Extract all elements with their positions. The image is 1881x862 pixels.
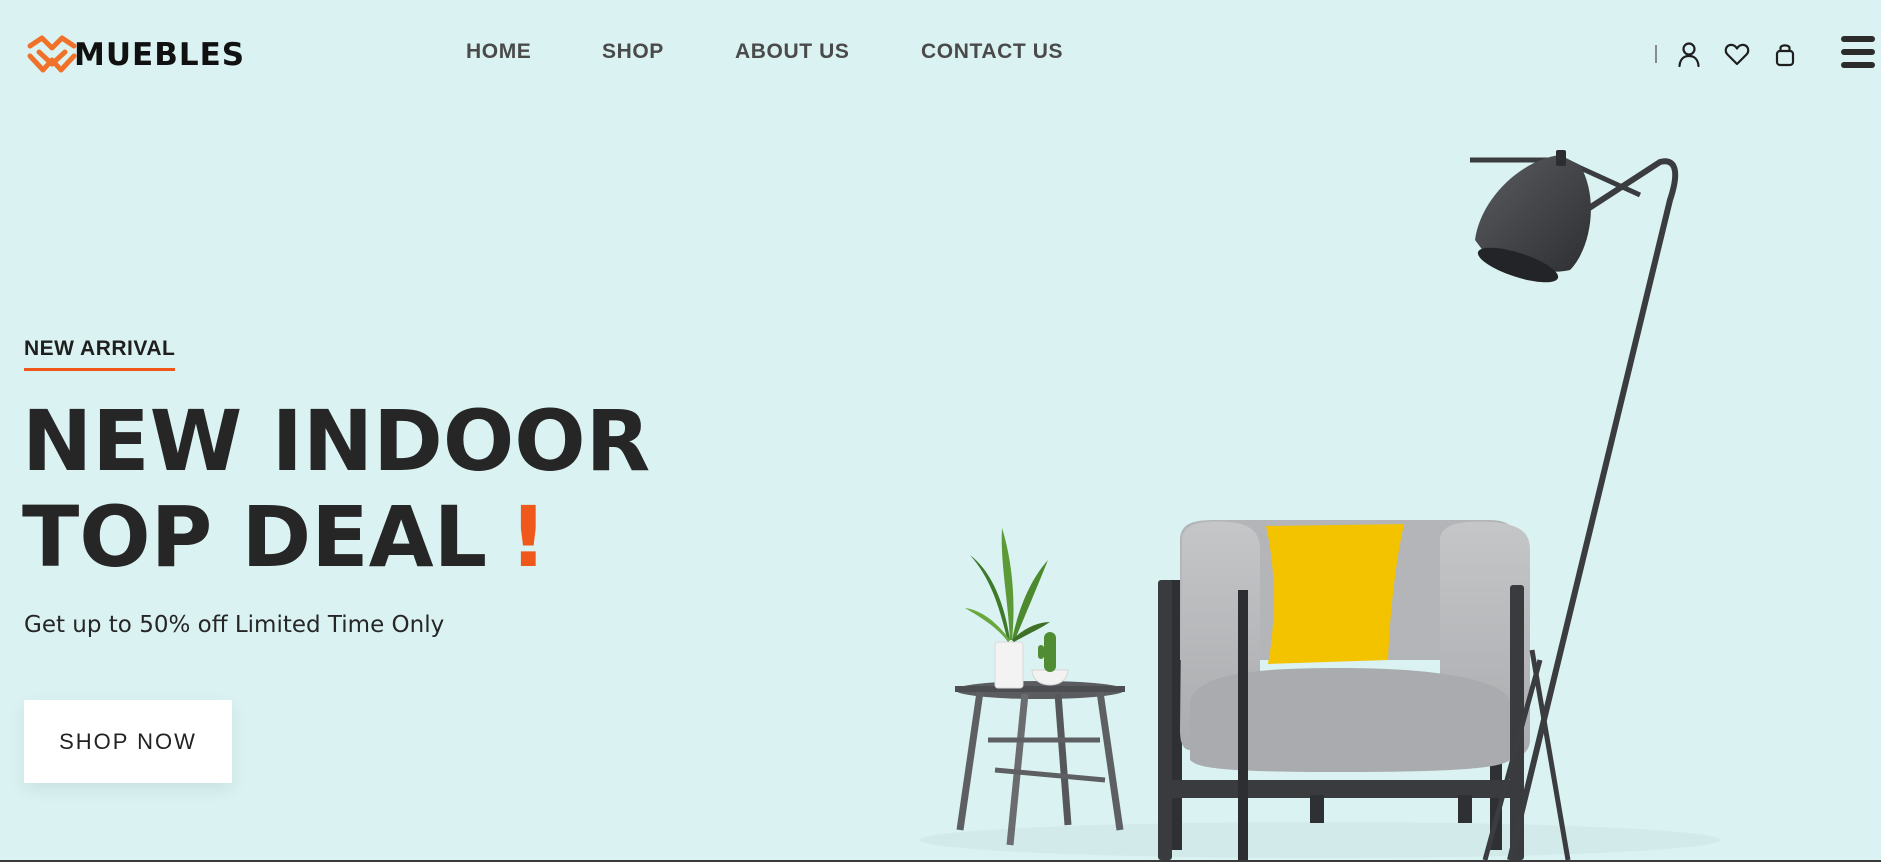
headline-exclamation: ! bbox=[509, 488, 548, 586]
furniture-illustration bbox=[920, 150, 1720, 861]
nav-home[interactable]: HOME bbox=[466, 40, 531, 64]
nav-shop[interactable]: SHOP bbox=[602, 40, 664, 64]
hero-headline: NEW INDOOR TOP DEAL! bbox=[22, 393, 650, 585]
logo-mark-icon bbox=[27, 35, 77, 73]
new-arrival-label: NEW ARRIVAL bbox=[24, 337, 176, 371]
user-icon[interactable] bbox=[1675, 40, 1703, 68]
side-table bbox=[955, 681, 1125, 846]
brand-name: MUEBLES bbox=[74, 36, 246, 73]
heart-icon[interactable] bbox=[1723, 40, 1751, 68]
landing-page: MUEBLES HOME SHOP ABOUT US CONTACT US NE… bbox=[0, 0, 1881, 862]
potted-plant bbox=[965, 528, 1050, 689]
headline-top-deal: TOP DEAL bbox=[22, 488, 488, 586]
hero-illustration bbox=[900, 140, 1881, 862]
armchair bbox=[1158, 520, 1530, 860]
hero-subtext: Get up to 50% off Limited Time Only bbox=[24, 612, 445, 638]
header-divider bbox=[1655, 45, 1657, 63]
nav-about-us[interactable]: ABOUT US bbox=[735, 40, 849, 64]
shopping-bag-icon[interactable] bbox=[1771, 40, 1799, 68]
floor-shadow bbox=[920, 822, 1720, 858]
nav-contact-us[interactable]: CONTACT US bbox=[921, 40, 1063, 64]
shop-now-button[interactable]: SHOP NOW bbox=[24, 700, 232, 783]
headline-line-1: NEW INDOOR bbox=[22, 392, 651, 490]
hamburger-menu-icon[interactable] bbox=[1838, 33, 1878, 71]
cactus-plant bbox=[1031, 632, 1069, 686]
headline-line-2: TOP DEAL! bbox=[22, 489, 650, 585]
brand-logo[interactable]: MUEBLES bbox=[26, 34, 245, 76]
